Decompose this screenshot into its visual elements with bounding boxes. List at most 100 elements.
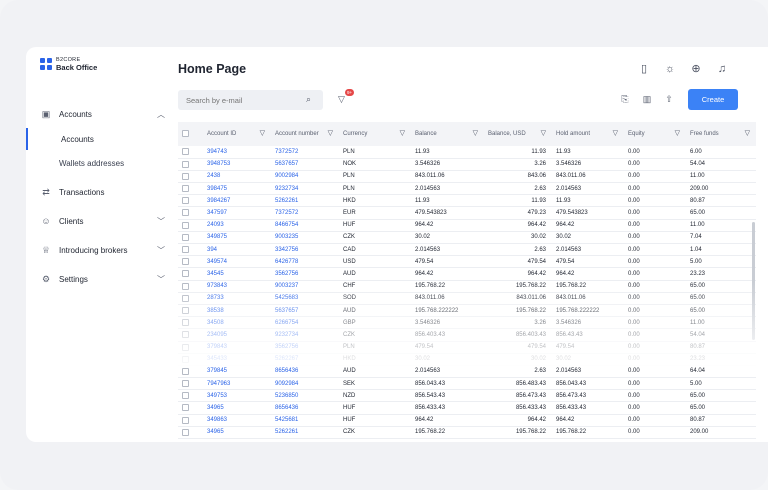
row-checkbox[interactable] <box>182 172 189 180</box>
filter-icon[interactable]: ▽ <box>541 130 546 137</box>
account-id-cell[interactable]: 28733 <box>203 292 271 305</box>
sidebar-item-clients[interactable]: ☺ Clients ﹀ <box>26 210 166 232</box>
row-checkbox[interactable] <box>182 160 189 168</box>
table-row[interactable]: 349574 6426778 USD 479.54 479.54 479.54 0.00 5.… <box>178 255 756 269</box>
column-header[interactable]: Balance ▽ <box>411 122 484 146</box>
row-checkbox[interactable] <box>182 380 189 388</box>
account-number-cell[interactable]: 9092984 <box>271 377 339 391</box>
table-row[interactable]: 349875 9003235 CZK 30.02 30.02 30.02 0.00 7.04 <box>178 231 756 245</box>
column-header[interactable]: Account ID ▽ <box>203 122 271 146</box>
row-select-cell[interactable] <box>178 341 203 354</box>
account-number-cell[interactable]: 5262261 <box>271 426 339 440</box>
row-checkbox[interactable] <box>182 221 189 229</box>
row-select-cell[interactable] <box>178 255 203 269</box>
bell-icon[interactable]: ♫ <box>716 63 728 75</box>
row-checkbox[interactable] <box>182 331 189 339</box>
row-checkbox[interactable] <box>182 355 189 363</box>
select-all-checkbox[interactable] <box>182 129 189 137</box>
account-id-cell[interactable]: 234095 <box>203 328 271 342</box>
account-number-cell[interactable]: 6266754 <box>271 316 339 330</box>
filter-icon[interactable]: ▽ <box>675 130 680 137</box>
filter-icon[interactable]: ▽ <box>473 130 478 137</box>
account-number-cell[interactable]: 5262261 <box>271 194 339 208</box>
search-input[interactable] <box>178 90 323 110</box>
table-row[interactable]: 34508 6266754 GBP 3.546326 3.26 3.546326 0.00 1… <box>178 316 756 330</box>
account-id-cell[interactable]: 973843 <box>203 280 271 293</box>
row-select-cell[interactable] <box>178 182 203 196</box>
sidebar-subitem-accounts[interactable]: Accounts <box>26 128 151 150</box>
sidebar-item-settings[interactable]: ⚙ Settings ﹀ <box>26 268 166 290</box>
table-row[interactable]: 3948753 5637657 NOK 3.546326 3.26 3.546326 0.0… <box>178 158 756 171</box>
table-row[interactable]: 38538 5637657 AUD 195.768.222222 195.768.22 1… <box>178 304 756 318</box>
account-id-cell[interactable]: 7947963 <box>203 377 271 391</box>
row-select-cell[interactable] <box>178 267 203 281</box>
column-header[interactable]: Equity ▽ <box>624 122 686 146</box>
account-id-cell[interactable]: 24093 <box>203 219 271 232</box>
table-row[interactable]: 34965 5262261 CZK 195.768.22 195.768.22 195.7… <box>178 426 756 440</box>
row-checkbox[interactable] <box>182 233 189 241</box>
table-row[interactable]: 379845 8656436 AUD 2.014563 2.63 2.014563 0.00… <box>178 365 756 379</box>
account-number-cell[interactable]: 9002984 <box>271 170 339 184</box>
row-select-cell[interactable] <box>178 328 203 342</box>
row-checkbox[interactable] <box>182 246 189 254</box>
account-number-cell[interactable]: 5637657 <box>271 304 339 318</box>
row-select-cell[interactable] <box>178 414 203 427</box>
row-select-cell[interactable] <box>178 170 203 184</box>
filter-icon[interactable]: ▽ <box>328 130 333 137</box>
row-checkbox[interactable] <box>182 294 189 302</box>
table-row[interactable]: 347597 7372572 EUR 479.543823 479.23 479.5438… <box>178 206 756 220</box>
create-button[interactable]: Create <box>688 89 738 110</box>
row-checkbox[interactable] <box>182 270 189 278</box>
row-checkbox[interactable] <box>182 209 189 217</box>
account-number-cell[interactable]: 7372572 <box>271 146 339 159</box>
account-number-cell[interactable]: 9003235 <box>271 231 339 245</box>
search-icon[interactable]: ⌕ <box>306 94 311 105</box>
account-id-cell[interactable]: 2438 <box>203 170 271 184</box>
row-checkbox[interactable] <box>182 319 189 327</box>
account-number-cell[interactable]: 3342756 <box>271 243 339 257</box>
document-icon[interactable]: ▯ <box>638 63 650 75</box>
row-select-cell[interactable] <box>178 219 203 232</box>
account-id-cell[interactable]: 345433 <box>203 353 271 366</box>
account-number-cell[interactable]: 7372572 <box>271 206 339 220</box>
row-select-cell[interactable] <box>178 206 203 220</box>
row-checkbox[interactable] <box>182 367 189 375</box>
account-number-cell[interactable]: 3562756 <box>271 267 339 281</box>
account-number-cell[interactable]: 5425683 <box>271 292 339 305</box>
row-select-cell[interactable] <box>178 401 203 415</box>
table-scrollbar[interactable] <box>752 222 755 340</box>
export-icon[interactable]: ⎘ <box>620 94 630 104</box>
column-header[interactable]: Account number ▽ <box>271 122 339 146</box>
account-id-cell[interactable]: 34965 <box>203 426 271 440</box>
account-id-cell[interactable]: 34965 <box>203 401 271 415</box>
row-select-cell[interactable] <box>178 194 203 208</box>
column-header[interactable]: Free funds ▽ <box>686 122 756 146</box>
table-row[interactable]: 28733 5425683 SOD 843.011.06 843.011.06 843.0… <box>178 292 756 305</box>
account-id-cell[interactable]: 34508 <box>203 316 271 330</box>
sidebar-item-accounts[interactable]: ▣ Accounts ︿ <box>26 103 166 125</box>
row-checkbox[interactable] <box>182 392 189 400</box>
account-number-cell[interactable]: 9232734 <box>271 182 339 196</box>
account-number-cell[interactable]: 5262267 <box>271 353 339 366</box>
filter-icon[interactable]: ▽ <box>260 130 265 137</box>
account-number-cell[interactable]: 9003237 <box>271 280 339 293</box>
row-select-cell[interactable] <box>178 377 203 391</box>
row-checkbox[interactable] <box>182 258 189 266</box>
table-row[interactable]: 3984267 5262261 HKD 11.93 11.93 11.93 0.00 80.8… <box>178 194 756 208</box>
table-row[interactable]: 7947963 9092984 SEK 856.043.43 856.483.43 856… <box>178 377 756 391</box>
account-id-cell[interactable]: 349574 <box>203 255 271 269</box>
row-select-cell[interactable] <box>178 365 203 379</box>
filter-icon[interactable]: ▽ <box>400 130 405 137</box>
account-number-cell[interactable]: 8656436 <box>271 401 339 415</box>
globe-icon[interactable]: ⊕ <box>690 63 702 75</box>
row-select-cell[interactable] <box>178 389 203 403</box>
table-row[interactable]: 394 3342756 CAD 2.014563 2.63 2.014563 0.00 1.0… <box>178 243 756 257</box>
brand-logo[interactable]: B2CORE Back Office <box>40 57 97 71</box>
row-select-cell[interactable] <box>178 243 203 257</box>
column-header[interactable]: Currency ▽ <box>339 122 411 146</box>
account-id-cell[interactable]: 34545 <box>203 267 271 281</box>
row-checkbox[interactable] <box>182 185 189 193</box>
table-row[interactable]: 349753 5236850 NZD 856.543.43 856.473.43 856.… <box>178 389 756 403</box>
row-checkbox[interactable] <box>182 197 189 205</box>
upload-icon[interactable]: ⇧ <box>664 94 674 104</box>
